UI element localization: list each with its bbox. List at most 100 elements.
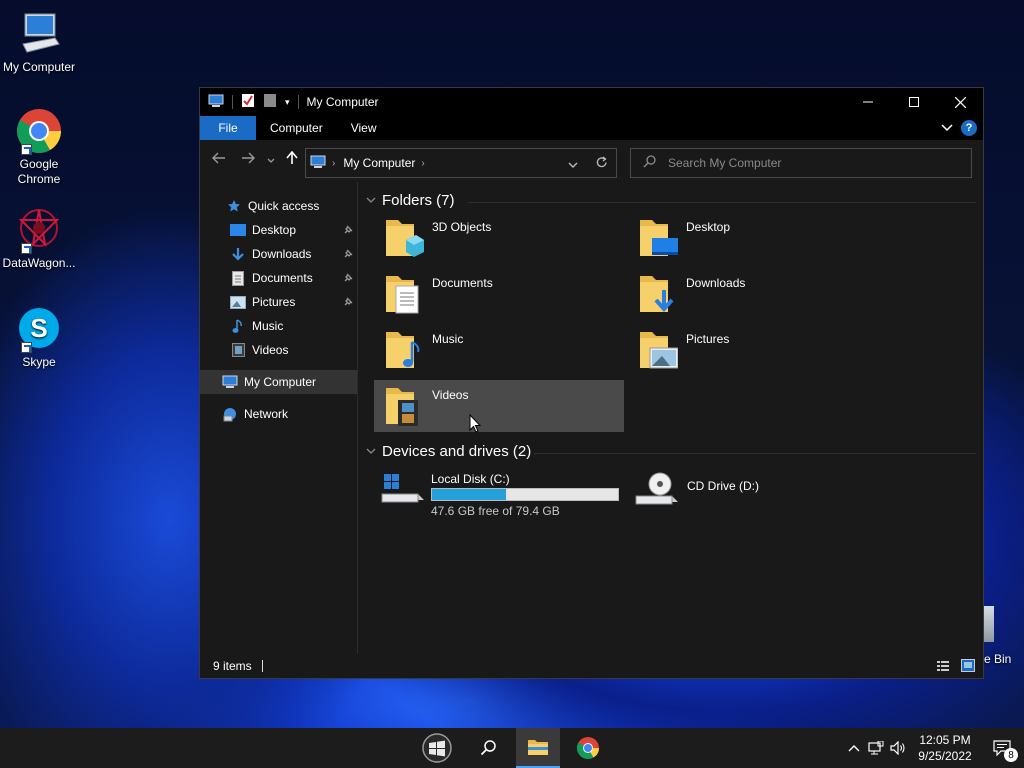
- drive-label: Local Disk (C:): [431, 472, 510, 486]
- desktop-icon-google-chrome[interactable]: Google Chrome: [1, 107, 77, 187]
- windows-drive-icon: [380, 472, 426, 509]
- volume-icon[interactable]: [890, 741, 906, 755]
- back-arrow-icon[interactable]: [212, 151, 226, 168]
- document-icon: [230, 270, 246, 286]
- pin-icon[interactable]: [343, 296, 353, 310]
- search-button[interactable]: [468, 728, 508, 768]
- breadcrumb-chevron-icon[interactable]: ›: [332, 158, 335, 169]
- folder-tile-desktop[interactable]: Desktop: [628, 212, 878, 264]
- start-button[interactable]: [417, 728, 457, 768]
- search-icon: [643, 155, 656, 171]
- desktop-folder-icon: [638, 216, 678, 260]
- tab-file[interactable]: File: [200, 116, 256, 140]
- drive-usage-fill: [432, 489, 507, 500]
- desktop-icon-datawagon[interactable]: DataWagon...: [1, 206, 77, 271]
- explorer-body: Quick access Desktop Downloads Documents…: [200, 182, 983, 654]
- nav-item-my-computer[interactable]: My Computer: [200, 370, 357, 394]
- collapse-chevron-icon[interactable]: [366, 197, 376, 204]
- maximize-button[interactable]: [891, 88, 937, 116]
- nav-item-label: Pictures: [252, 295, 296, 309]
- folder-tile-music[interactable]: Music: [374, 324, 624, 376]
- folder-tile-downloads[interactable]: Downloads: [628, 268, 878, 320]
- skype-icon: S: [15, 305, 63, 353]
- desktop-icon-recycle-bin[interactable]: e Bin: [984, 606, 1024, 672]
- group-header-label: Folders (7): [382, 192, 455, 209]
- tab-view[interactable]: View: [337, 116, 391, 140]
- up-arrow-icon[interactable]: [286, 150, 298, 168]
- folder-tile-pictures[interactable]: Pictures: [628, 324, 878, 376]
- pin-icon[interactable]: [343, 272, 353, 286]
- drive-label: CD Drive (D:): [687, 479, 759, 493]
- collapse-chevron-icon[interactable]: [366, 448, 376, 455]
- datawagon-icon: [15, 206, 63, 254]
- close-button[interactable]: [937, 88, 983, 116]
- taskbar-chrome-button[interactable]: [568, 728, 608, 768]
- customize-toolbar-dropdown-icon[interactable]: ▾: [285, 97, 290, 108]
- network-status-icon[interactable]: [868, 741, 884, 755]
- recent-locations-chevron-icon[interactable]: [267, 153, 275, 167]
- nav-item-quick-access[interactable]: Quick access: [200, 194, 357, 218]
- nav-item-network[interactable]: Network: [200, 402, 357, 426]
- folder-tile-videos[interactable]: Videos: [374, 380, 624, 432]
- desktop-icon: [230, 222, 246, 238]
- nav-item-music[interactable]: Music: [200, 314, 357, 338]
- nav-item-pictures[interactable]: Pictures: [200, 290, 357, 314]
- pin-icon[interactable]: [343, 224, 353, 238]
- ribbon-tabs: File Computer View ?: [200, 116, 983, 140]
- refresh-icon[interactable]: [596, 156, 608, 172]
- nav-item-label: My Computer: [244, 375, 317, 389]
- computer-icon: [310, 155, 326, 172]
- expand-ribbon-chevron-icon[interactable]: [941, 121, 953, 135]
- search-icon: [480, 740, 496, 756]
- nav-item-desktop[interactable]: Desktop: [200, 218, 357, 242]
- forward-arrow-icon[interactable]: [241, 151, 255, 168]
- desktop-icon-skype[interactable]: S Skype: [1, 305, 77, 370]
- content-pane: Folders (7) 3D Objects Desktop Documents…: [358, 182, 983, 654]
- clock[interactable]: 12:05 PM 9/25/2022: [910, 732, 980, 764]
- pin-icon[interactable]: [343, 248, 353, 262]
- divider: [261, 660, 263, 672]
- folder-label: Documents: [432, 276, 493, 290]
- network-icon: [222, 406, 238, 422]
- folder-tile-3d-objects[interactable]: 3D Objects: [374, 212, 624, 264]
- nav-item-downloads[interactable]: Downloads: [200, 242, 357, 266]
- show-hidden-icons-chevron-icon[interactable]: [848, 744, 860, 752]
- clock-date: 9/25/2022: [918, 749, 972, 763]
- properties-icon[interactable]: [241, 93, 255, 111]
- picture-icon: [230, 294, 246, 310]
- shortcut-arrow-icon: [21, 342, 32, 353]
- large-icons-view-icon[interactable]: [961, 659, 975, 675]
- taskbar-file-explorer-button[interactable]: [516, 728, 560, 768]
- minimize-button[interactable]: [845, 88, 891, 116]
- nav-item-documents[interactable]: Documents: [200, 266, 357, 290]
- videos-folder-icon: [384, 384, 424, 428]
- folder-tile-documents[interactable]: Documents: [374, 268, 624, 320]
- documents-folder-icon: [384, 272, 424, 316]
- nav-item-label: Quick access: [248, 199, 320, 213]
- details-view-icon[interactable]: [937, 660, 949, 675]
- drive-tile-cd-drive[interactable]: CD Drive (D:): [628, 464, 878, 516]
- divider: [534, 453, 976, 454]
- star-icon: [226, 198, 242, 214]
- notification-center-button[interactable]: 8: [980, 728, 1024, 768]
- help-icon[interactable]: ?: [961, 120, 977, 136]
- breadcrumb-chevron-icon[interactable]: ›: [421, 158, 424, 169]
- clock-time: 12:05 PM: [919, 733, 971, 747]
- recycle-bin-icon: [984, 606, 994, 642]
- mouse-cursor-icon: [469, 413, 482, 436]
- music-note-icon: [230, 318, 246, 334]
- music-folder-icon: [384, 328, 424, 372]
- drive-tile-local-disk[interactable]: Local Disk (C:) 47.6 GB free of 79.4 GB: [374, 464, 626, 518]
- new-folder-icon[interactable]: [263, 93, 277, 111]
- windows-logo-icon: [422, 733, 452, 763]
- address-dropdown-chevron-icon[interactable]: [568, 158, 578, 172]
- tab-computer[interactable]: Computer: [256, 116, 337, 140]
- devices-group-header[interactable]: Devices and drives (2): [366, 443, 976, 460]
- nav-item-videos[interactable]: Videos: [200, 338, 357, 362]
- breadcrumb-segment[interactable]: My Computer: [343, 156, 415, 170]
- search-box[interactable]: Search My Computer: [630, 148, 972, 178]
- folder-label: Music: [432, 332, 464, 346]
- address-bar[interactable]: › My Computer ›: [305, 148, 617, 178]
- desktop-icon-my-computer[interactable]: My Computer: [1, 10, 77, 75]
- folders-group-header[interactable]: Folders (7): [366, 192, 976, 209]
